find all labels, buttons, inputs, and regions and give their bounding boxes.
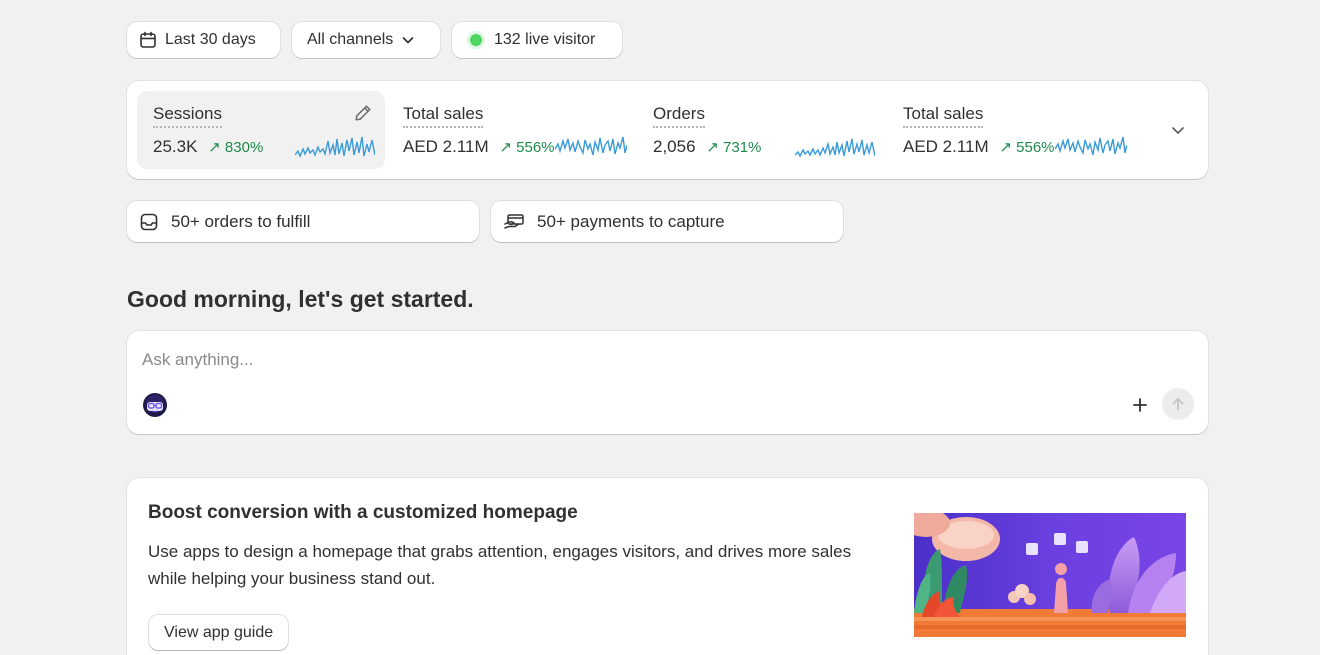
metric-value: AED 2.11M <box>403 137 489 156</box>
metric-value-row: AED 2.11M ↗ 556% <box>403 137 555 157</box>
metric-value-row: AED 2.11M ↗ 556% <box>903 137 1055 157</box>
metric-label: Total sales <box>903 104 984 128</box>
promo-description: Use apps to design a homepage that grabs… <box>148 542 852 588</box>
metric-label: Orders <box>653 104 705 128</box>
date-range-label: Last 30 days <box>165 31 256 48</box>
promo-illustration <box>914 513 1186 637</box>
chevron-down-icon[interactable] <box>1170 122 1186 138</box>
pencil-icon[interactable] <box>353 103 373 123</box>
payments-to-capture-button[interactable]: 50+ payments to capture <box>491 201 843 242</box>
channels-dropdown[interactable]: All channels <box>292 22 440 58</box>
metric-value: 2,056 <box>653 137 696 156</box>
metric-change: ↗ 830% <box>208 139 264 156</box>
live-visitors-label: 132 live visitor <box>494 31 596 48</box>
metric-orders[interactable]: Orders 2,056 ↗ 731% <box>637 91 885 169</box>
orders-to-fulfill-label: 50+ orders to fulfill <box>171 211 311 231</box>
metric-total-sales[interactable]: Total sales AED 2.11M ↗ 556% <box>387 91 635 169</box>
orders-sparkline <box>795 138 875 158</box>
metric-value-row: 25.3K ↗ 830% <box>153 137 263 157</box>
calendar-icon <box>140 31 156 48</box>
promo-card: Boost conversion with a customized homep… <box>127 478 1208 655</box>
metric-change: ↗ 556% <box>499 139 555 156</box>
metric-change: ↗ 556% <box>999 139 1055 156</box>
metric-value-row: 2,056 ↗ 731% <box>653 137 761 157</box>
sales-sparkline-2 <box>1055 136 1127 156</box>
promo-title: Boost conversion with a customized homep… <box>148 502 578 523</box>
sessions-sparkline <box>295 136 375 158</box>
metric-change: ↗ 731% <box>706 139 762 156</box>
metric-label: Sessions <box>153 104 222 128</box>
plus-icon <box>1133 398 1147 412</box>
orders-to-fulfill-button[interactable]: 50+ orders to fulfill <box>127 201 479 242</box>
metric-value: AED 2.11M <box>903 137 989 156</box>
metric-label: Total sales <box>403 104 484 128</box>
ask-input[interactable] <box>142 347 1042 373</box>
metric-value: 25.3K <box>153 137 198 156</box>
live-visitors-button[interactable]: 132 live visitor <box>452 22 622 58</box>
inbox-icon <box>140 213 158 230</box>
metric-total-sales-2[interactable]: Total sales AED 2.11M ↗ 556% <box>887 91 1135 169</box>
ask-box <box>127 331 1208 434</box>
arrow-up-icon <box>1172 398 1184 410</box>
date-range-button[interactable]: Last 30 days <box>127 22 280 58</box>
chevron-down-icon <box>402 37 414 44</box>
payments-to-capture-label: 50+ payments to capture <box>537 211 725 231</box>
metrics-card: Sessions 25.3K ↗ 830% Total sales AED 2.… <box>127 81 1208 179</box>
greeting-heading: Good morning, let's get started. <box>127 286 474 312</box>
assistant-avatar-icon[interactable] <box>142 392 168 418</box>
channels-label: All channels <box>307 31 394 48</box>
view-app-guide-button[interactable]: View app guide <box>149 615 289 650</box>
send-button[interactable] <box>1162 388 1194 420</box>
metric-sessions[interactable]: Sessions 25.3K ↗ 830% <box>137 91 385 169</box>
payment-icon <box>504 213 524 229</box>
live-indicator <box>470 34 482 46</box>
sales-sparkline <box>555 136 627 156</box>
add-attachment-button[interactable] <box>1129 394 1151 416</box>
